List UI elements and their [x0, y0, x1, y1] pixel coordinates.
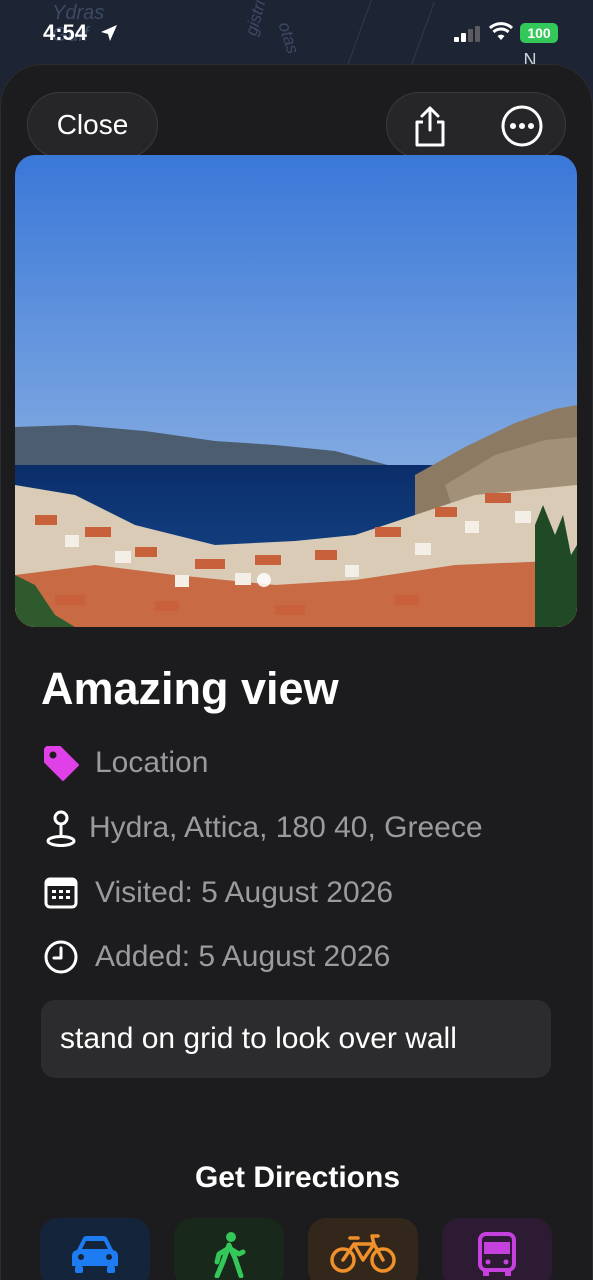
map-pin-icon — [41, 808, 81, 848]
ellipsis-circle-icon[interactable] — [499, 103, 545, 149]
category-label: Location — [95, 746, 209, 779]
bus-icon — [478, 1232, 516, 1276]
directions-heading: Get Directions — [194, 1161, 401, 1194]
header-actions — [386, 92, 566, 158]
calendar-icon — [41, 873, 81, 913]
place-detail-sheet: Close Amazing view Location Hydra, Attic… — [0, 64, 593, 1280]
directions-drive-button[interactable] — [40, 1218, 150, 1280]
address-row[interactable]: Hydra, Attica, 180 40, Greece — [41, 808, 483, 848]
place-photo[interactable] — [15, 155, 577, 627]
battery-indicator: 100 — [520, 23, 558, 43]
share-icon[interactable] — [407, 103, 453, 149]
car-icon — [72, 1236, 118, 1273]
wifi-icon — [489, 22, 513, 40]
walk-icon — [214, 1232, 246, 1278]
bicycle-icon — [330, 1234, 396, 1273]
address-text[interactable]: Hydra, Attica, 180 40, Greece — [89, 811, 483, 845]
added-row: Added: 5 August 2026 — [41, 937, 390, 977]
category-row: Location — [41, 743, 208, 783]
status-bar: 4:54 100 N — [0, 0, 593, 70]
status-time: 4:54 — [43, 20, 88, 45]
note-field[interactable]: stand on grid to look over wall — [41, 1000, 551, 1078]
place-title: Amazing view — [41, 663, 339, 714]
photo-page-indicator — [257, 573, 271, 587]
visited-row: Visited: 5 August 2026 — [41, 873, 393, 913]
added-date: Added: 5 August 2026 — [95, 940, 391, 973]
directions-walk-button[interactable] — [174, 1218, 284, 1280]
directions-transit-button[interactable] — [442, 1218, 552, 1280]
tag-icon — [41, 743, 81, 783]
close-button[interactable]: Close — [27, 92, 158, 158]
cellular-signal-icon — [454, 26, 480, 42]
location-arrow-icon — [101, 25, 117, 41]
clock-icon — [41, 937, 81, 977]
visited-date: Visited: 5 August 2026 — [95, 876, 394, 909]
directions-cycle-button[interactable] — [308, 1218, 418, 1280]
